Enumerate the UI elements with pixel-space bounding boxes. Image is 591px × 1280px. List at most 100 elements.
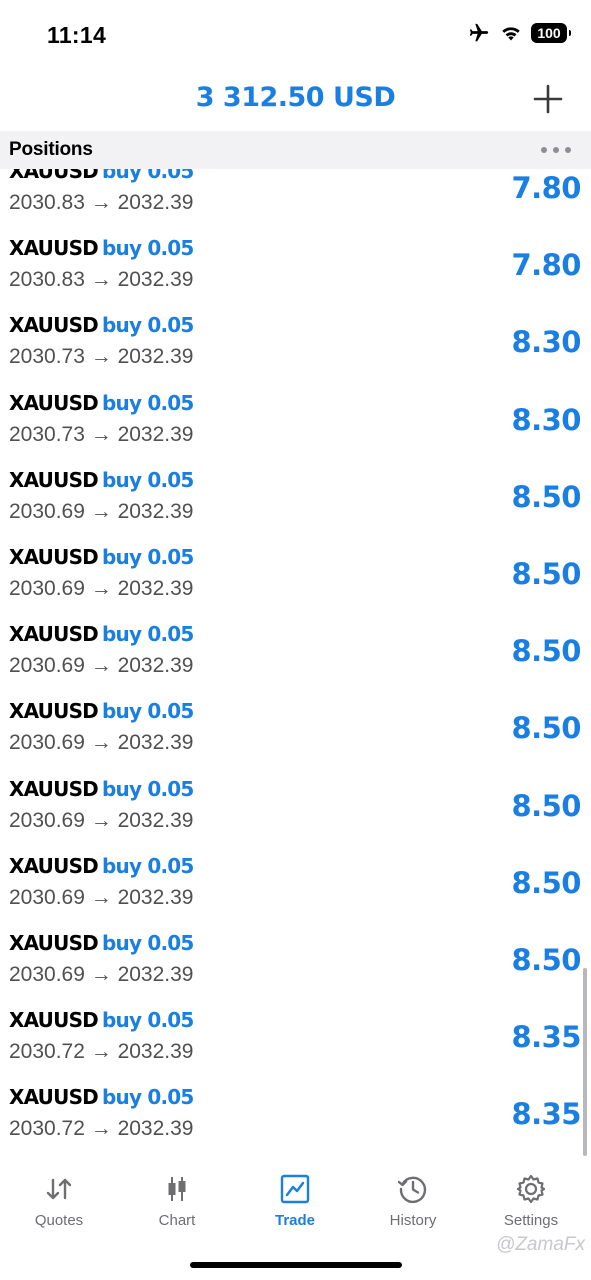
tab-quotes[interactable]: Quotes	[0, 1172, 118, 1232]
position-direction: buy 0.05	[101, 622, 194, 647]
position-title: XAUUSD buy 0.05	[9, 931, 194, 955]
position-symbol: XAUUSD	[9, 390, 99, 415]
position-title: XAUUSD buy 0.05	[9, 545, 194, 569]
chart-icon	[168, 1177, 186, 1201]
position-row[interactable]: XAUUSD buy 0.05 2030.72 → 2032.39 8.35	[0, 1085, 591, 1160]
position-prices: 2030.72 → 2032.39	[9, 1117, 194, 1141]
position-symbol: XAUUSD	[9, 313, 99, 338]
home-indicator[interactable]	[190, 1262, 402, 1268]
position-title: XAUUSD buy 0.05	[9, 777, 194, 801]
position-direction: buy 0.05	[101, 1008, 194, 1033]
positions-section-header: Positions	[0, 131, 591, 169]
position-row[interactable]: XAUUSD buy 0.05 2030.69 → 2032.39 8.50	[0, 468, 591, 545]
dot-icon	[565, 147, 571, 153]
account-balance: 3 312.50 USD	[195, 82, 396, 113]
tab-bar: Quotes Chart Trade History Settings @Zam…	[0, 1160, 591, 1280]
airplane-icon	[469, 23, 489, 42]
position-row[interactable]: XAUUSD buy 0.05 2030.69 → 2032.39 8.50	[0, 699, 591, 776]
position-profit: 8.50	[511, 634, 581, 669]
position-direction: buy 0.05	[101, 853, 194, 878]
position-prices: 2030.69 → 2032.39	[9, 731, 194, 755]
position-symbol: XAUUSD	[9, 1085, 99, 1110]
position-symbol: XAUUSD	[9, 776, 99, 801]
position-direction: buy 0.05	[101, 467, 194, 492]
position-title: XAUUSD buy 0.05	[9, 391, 194, 415]
tab-label: Settings	[503, 1212, 559, 1229]
position-profit: 8.50	[511, 479, 581, 514]
position-profit: 8.30	[511, 402, 581, 437]
header: 3 312.50 USD	[0, 70, 591, 132]
tab-history[interactable]: History	[354, 1172, 472, 1232]
position-row[interactable]: XAUUSD buy 0.05 2030.69 → 2032.39 8.50	[0, 854, 591, 931]
position-direction: buy 0.05	[101, 544, 194, 569]
position-title: XAUUSD buy 0.05	[9, 622, 194, 646]
position-profit: 8.30	[511, 325, 581, 360]
position-row[interactable]: XAUUSD buy 0.05 2030.73 → 2032.39 8.30	[0, 313, 591, 390]
scrollbar[interactable]	[583, 968, 587, 1156]
status-icons: 100	[467, 22, 571, 44]
position-direction: buy 0.05	[101, 169, 194, 183]
wifi-icon	[502, 27, 520, 41]
position-prices: 2030.69 → 2032.39	[9, 499, 194, 523]
position-profit: 8.35	[511, 1020, 581, 1055]
tab-label: History	[389, 1212, 437, 1229]
position-row[interactable]: XAUUSD buy 0.05 2030.83 → 2032.39 7.80	[0, 236, 591, 313]
position-prices: 2030.69 → 2032.39	[9, 654, 194, 678]
position-direction: buy 0.05	[101, 1085, 194, 1110]
position-profit: 8.50	[511, 556, 581, 591]
position-symbol: XAUUSD	[9, 544, 99, 569]
dot-icon	[541, 147, 547, 153]
tab-settings[interactable]: Settings	[472, 1172, 590, 1232]
position-title: XAUUSD buy 0.05	[9, 1085, 194, 1109]
position-prices: 2030.72 → 2032.39	[9, 1040, 194, 1064]
dot-icon	[553, 147, 559, 153]
history-icon	[397, 1176, 427, 1204]
tab-label: Quotes	[34, 1212, 84, 1229]
position-title: XAUUSD buy 0.05	[9, 854, 194, 878]
position-symbol: XAUUSD	[9, 1008, 99, 1033]
position-prices: 2030.69 → 2032.39	[9, 808, 194, 832]
position-row[interactable]: XAUUSD buy 0.05 2030.72 → 2032.39 8.35	[0, 1008, 591, 1085]
position-row[interactable]: XAUUSD buy 0.05 2030.73 → 2032.39 8.30	[0, 391, 591, 468]
position-row[interactable]: XAUUSD buy 0.05 2030.69 → 2032.39 8.50	[0, 545, 591, 622]
position-row[interactable]: XAUUSD buy 0.05 2030.83 → 2032.39 7.80	[0, 169, 591, 236]
position-profit: 8.50	[511, 711, 581, 746]
tab-trade[interactable]: Trade	[236, 1172, 354, 1232]
position-prices: 2030.69 → 2032.39	[9, 962, 194, 986]
position-symbol: XAUUSD	[9, 236, 99, 261]
position-row[interactable]: XAUUSD buy 0.05 2030.69 → 2032.39 8.50	[0, 777, 591, 854]
position-prices: 2030.83 → 2032.39	[9, 191, 194, 214]
position-direction: buy 0.05	[101, 236, 194, 261]
more-options-button[interactable]	[541, 142, 571, 158]
position-row[interactable]: XAUUSD buy 0.05 2030.69 → 2032.39 8.50	[0, 622, 591, 699]
position-title: XAUUSD buy 0.05	[9, 1008, 194, 1032]
status-time: 11:14	[47, 22, 107, 48]
position-title: XAUUSD buy 0.05	[9, 236, 194, 260]
tab-chart[interactable]: Chart	[118, 1172, 236, 1232]
position-symbol: XAUUSD	[9, 930, 99, 955]
position-row[interactable]: XAUUSD buy 0.05 2030.69 → 2032.39 8.50	[0, 931, 591, 1008]
position-symbol: XAUUSD	[9, 699, 99, 724]
position-prices: 2030.73 → 2032.39	[9, 422, 194, 446]
position-profit: 7.80	[511, 171, 581, 205]
position-direction: buy 0.05	[101, 930, 194, 955]
position-prices: 2030.69 → 2032.39	[9, 576, 194, 600]
watermark: @ZamaFx	[496, 1234, 585, 1255]
position-symbol: XAUUSD	[9, 169, 99, 183]
position-title: XAUUSD buy 0.05	[9, 699, 194, 723]
add-order-button[interactable]	[533, 84, 563, 114]
status-bar: 11:14 100	[0, 0, 591, 70]
position-profit: 7.80	[511, 248, 581, 283]
position-title: XAUUSD buy 0.05	[9, 169, 194, 183]
trade-icon	[280, 1174, 310, 1204]
quotes-icon	[46, 1178, 72, 1200]
position-direction: buy 0.05	[101, 699, 194, 724]
positions-list[interactable]: XAUUSD buy 0.05 2030.83 → 2032.39 7.80 XAUUS…	[0, 169, 591, 1160]
position-profit: 8.50	[511, 942, 581, 977]
position-direction: buy 0.05	[101, 776, 194, 801]
settings-icon	[516, 1174, 546, 1204]
position-symbol: XAUUSD	[9, 853, 99, 878]
position-profit: 8.50	[511, 788, 581, 823]
position-symbol: XAUUSD	[9, 622, 99, 647]
battery-indicator: 100	[531, 23, 571, 43]
